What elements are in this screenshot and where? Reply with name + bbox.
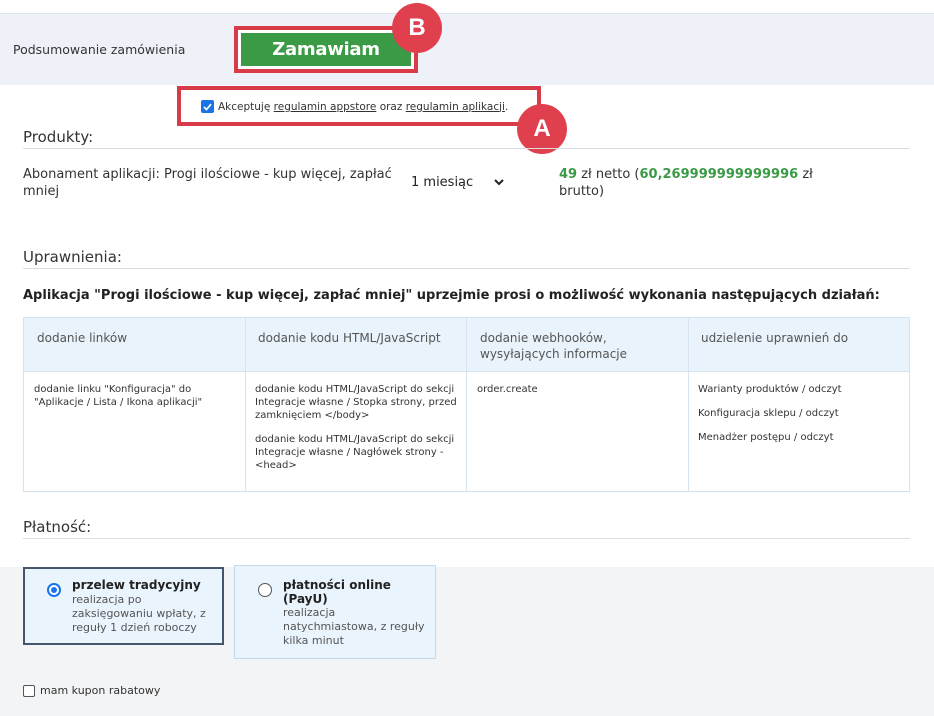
- transfer-desc: realizacja po zaksięgowaniu wpłaty, z re…: [72, 593, 206, 634]
- coupon-row: mam kupon rabatowy: [23, 684, 160, 697]
- price-gross: 60,269999999999996: [639, 167, 799, 182]
- period-select[interactable]: 1 miesiąc: [406, 172, 504, 192]
- terms-highlight: Akceptuję regulamin appstore oraz regula…: [177, 86, 541, 126]
- terms-row: Akceptuję regulamin appstore oraz regula…: [201, 100, 508, 113]
- chevron-down-icon: [494, 178, 504, 185]
- html-cell-item: dodanie kodu HTML/JavaScript do sekcji I…: [255, 384, 457, 421]
- column-divider: [466, 318, 467, 491]
- column-divider: [245, 318, 246, 491]
- order-summary-label: Podsumowanie zamówienia: [13, 42, 186, 57]
- period-select-value: 1 miesiąc: [411, 174, 474, 190]
- payment-section-title: Płatność:: [23, 518, 92, 536]
- products-divider: [23, 148, 910, 149]
- column-header-webhooks: dodanie webhooków, wysyłających informac…: [480, 331, 628, 361]
- annotation-badge-b: B: [392, 3, 442, 53]
- column-header-html: dodanie kodu HTML/JavaScript: [258, 331, 441, 345]
- order-button[interactable]: Zamawiam: [241, 33, 411, 66]
- appstore-terms-link[interactable]: regulamin appstore: [274, 101, 377, 113]
- permissions-divider: [23, 268, 910, 269]
- check-icon: [203, 103, 212, 111]
- permissions-section-title: Uprawnienia:: [23, 248, 122, 266]
- terms-prefix: Akceptuję: [218, 100, 271, 113]
- online-radio[interactable]: [258, 583, 272, 597]
- annotation-badge-a: A: [517, 104, 567, 154]
- links-cell-item: dodanie linku "Konfiguracja" do "Aplikac…: [34, 384, 203, 408]
- price-net-suffix: zł netto (: [581, 167, 640, 182]
- app-terms-link[interactable]: regulamin aplikacji: [406, 101, 505, 113]
- webhooks-cell-item: order.create: [477, 384, 538, 395]
- terms-checkbox[interactable]: [201, 100, 214, 113]
- permissions-heading: Aplikacja "Progi ilościowe - kup więcej,…: [23, 288, 880, 303]
- product-price: 49 zł netto (60,269999999999996 zł brutt…: [559, 166, 829, 200]
- payment-option-online[interactable]: płatności online (PayU) realizacja natyc…: [234, 565, 436, 659]
- html-cell-item: dodanie kodu HTML/JavaScript do sekcji I…: [255, 434, 455, 471]
- online-title: płatności online (PayU): [283, 578, 391, 606]
- permissions-cell-item: Konfiguracja sklepu / odczyt: [698, 408, 839, 419]
- payment-divider: [23, 538, 910, 539]
- column-header-permissions: udzielenie uprawnień do: [701, 331, 849, 345]
- product-name: Abonament aplikacji: Progi ilościowe - k…: [23, 167, 392, 199]
- transfer-radio[interactable]: [47, 583, 61, 597]
- order-button-highlight: Zamawiam: [234, 26, 418, 73]
- coupon-checkbox[interactable]: [23, 684, 35, 697]
- price-net: 49: [559, 167, 578, 182]
- transfer-title: przelew tradycyjny: [72, 578, 201, 592]
- coupon-label: mam kupon rabatowy: [40, 684, 161, 697]
- permissions-cell-item: Warianty produktów / odczyt: [698, 384, 842, 395]
- permissions-table: dodanie linków dodanie kodu HTML/JavaScr…: [23, 317, 910, 492]
- permissions-cell-item: Menadżer postępu / odczyt: [698, 432, 834, 443]
- terms-mid: oraz: [379, 100, 403, 113]
- terms-suffix: .: [504, 100, 509, 113]
- products-section-title: Produkty:: [23, 128, 94, 146]
- column-header-links: dodanie linków: [37, 331, 128, 345]
- column-divider: [688, 318, 689, 491]
- online-desc: realizacja natychmiastowa, z reguły kilk…: [283, 606, 425, 647]
- payment-option-transfer[interactable]: przelew tradycyjny realizacja po zaksięg…: [23, 567, 224, 645]
